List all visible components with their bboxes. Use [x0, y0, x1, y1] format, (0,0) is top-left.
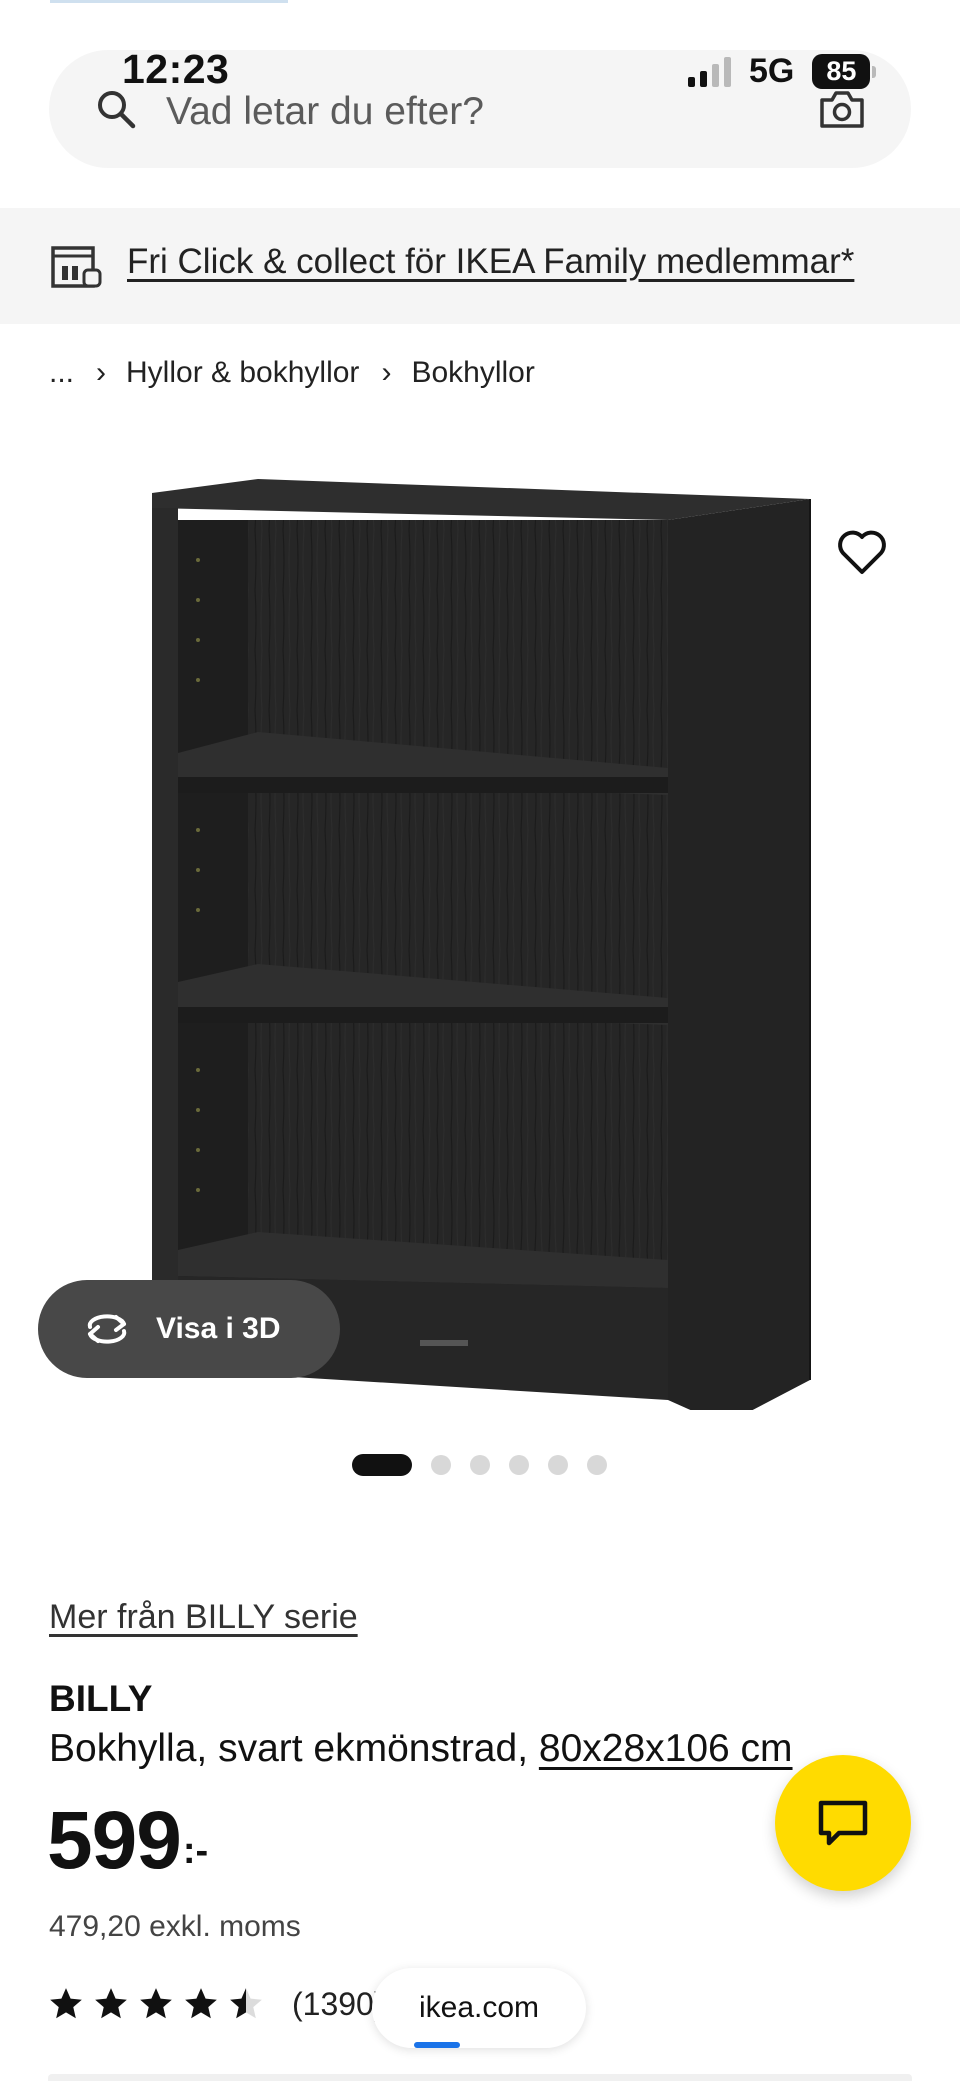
heart-icon[interactable] [836, 528, 888, 576]
rotate-3d-icon [87, 1314, 127, 1344]
price-amount: 599 [47, 1795, 182, 1886]
view-3d-button[interactable]: Visa i 3D [38, 1280, 340, 1378]
product-rating[interactable]: (1390) [47, 1985, 385, 2023]
view-3d-label: Visa i 3D [156, 1312, 281, 1345]
rating-count: (1390) [292, 1985, 385, 2022]
store-pickup-icon [51, 246, 102, 288]
chat-icon [818, 1800, 868, 1846]
breadcrumb-item-bookcases[interactable]: Bokhyllor [411, 356, 534, 390]
star-icon [185, 1988, 217, 2019]
gallery-dot-5[interactable] [548, 1455, 568, 1475]
search-input[interactable]: Vad letar du efter? [166, 90, 484, 134]
promo-link[interactable]: Fri Click & collect för IKEA Family medl… [127, 242, 854, 282]
breadcrumb-ellipsis[interactable]: ... [49, 356, 74, 390]
gallery-dot-4[interactable] [509, 1455, 529, 1475]
product-description: Bokhylla, svart ekmönstrad, 80x28x106 cm [49, 1727, 793, 1771]
star-half-icon [230, 1988, 262, 2019]
gallery-dot-6[interactable] [587, 1455, 607, 1475]
bottom-sheet-edge [48, 2074, 912, 2081]
star-icon [50, 1988, 82, 2019]
battery-icon: 85 [812, 54, 877, 89]
chat-button[interactable] [775, 1755, 911, 1891]
page-load-progress [414, 2042, 460, 2048]
network-label: 5G [749, 52, 795, 90]
series-link[interactable]: Mer från BILLY serie [49, 1598, 358, 1637]
star-icon [95, 1988, 127, 2019]
browser-url-bar[interactable]: ikea.com [372, 1968, 586, 2048]
promo-banner[interactable]: Fri Click & collect för IKEA Family medl… [0, 208, 960, 324]
price-excl-vat: 479,20 exkl. moms [49, 1910, 301, 1943]
breadcrumb: ... › Hyllor & bokhyllor › Bokhyllor [49, 356, 535, 390]
camera-icon[interactable] [818, 88, 866, 130]
gallery-dot-3[interactable] [470, 1455, 490, 1475]
chevron-right-icon: › [96, 356, 107, 389]
gallery-pagination [352, 1454, 607, 1476]
star-icon [140, 1988, 172, 2019]
product-price: 599 :- [47, 1800, 208, 1882]
battery-level: 85 [812, 54, 871, 89]
price-suffix: :- [182, 1830, 209, 1872]
breadcrumb-item-shelves[interactable]: Hyllor & bokhyllor [126, 356, 359, 390]
status-indicators: 5G 85 [688, 52, 877, 91]
signal-icon [688, 56, 731, 87]
product-type: Bokhylla, svart ekmönstrad, [49, 1727, 539, 1770]
top-accent-bar [50, 0, 288, 3]
browser-url: ikea.com [418, 1991, 540, 2024]
product-dimensions-link[interactable]: 80x28x106 cm [539, 1727, 793, 1770]
search-icon[interactable] [95, 88, 137, 130]
product-image[interactable] [140, 470, 820, 1410]
status-time: 12:23 [122, 46, 230, 92]
product-name: BILLY [49, 1678, 153, 1719]
chevron-right-icon: › [381, 356, 392, 389]
gallery-dot-1[interactable] [352, 1454, 412, 1476]
gallery-dot-2[interactable] [431, 1455, 451, 1475]
